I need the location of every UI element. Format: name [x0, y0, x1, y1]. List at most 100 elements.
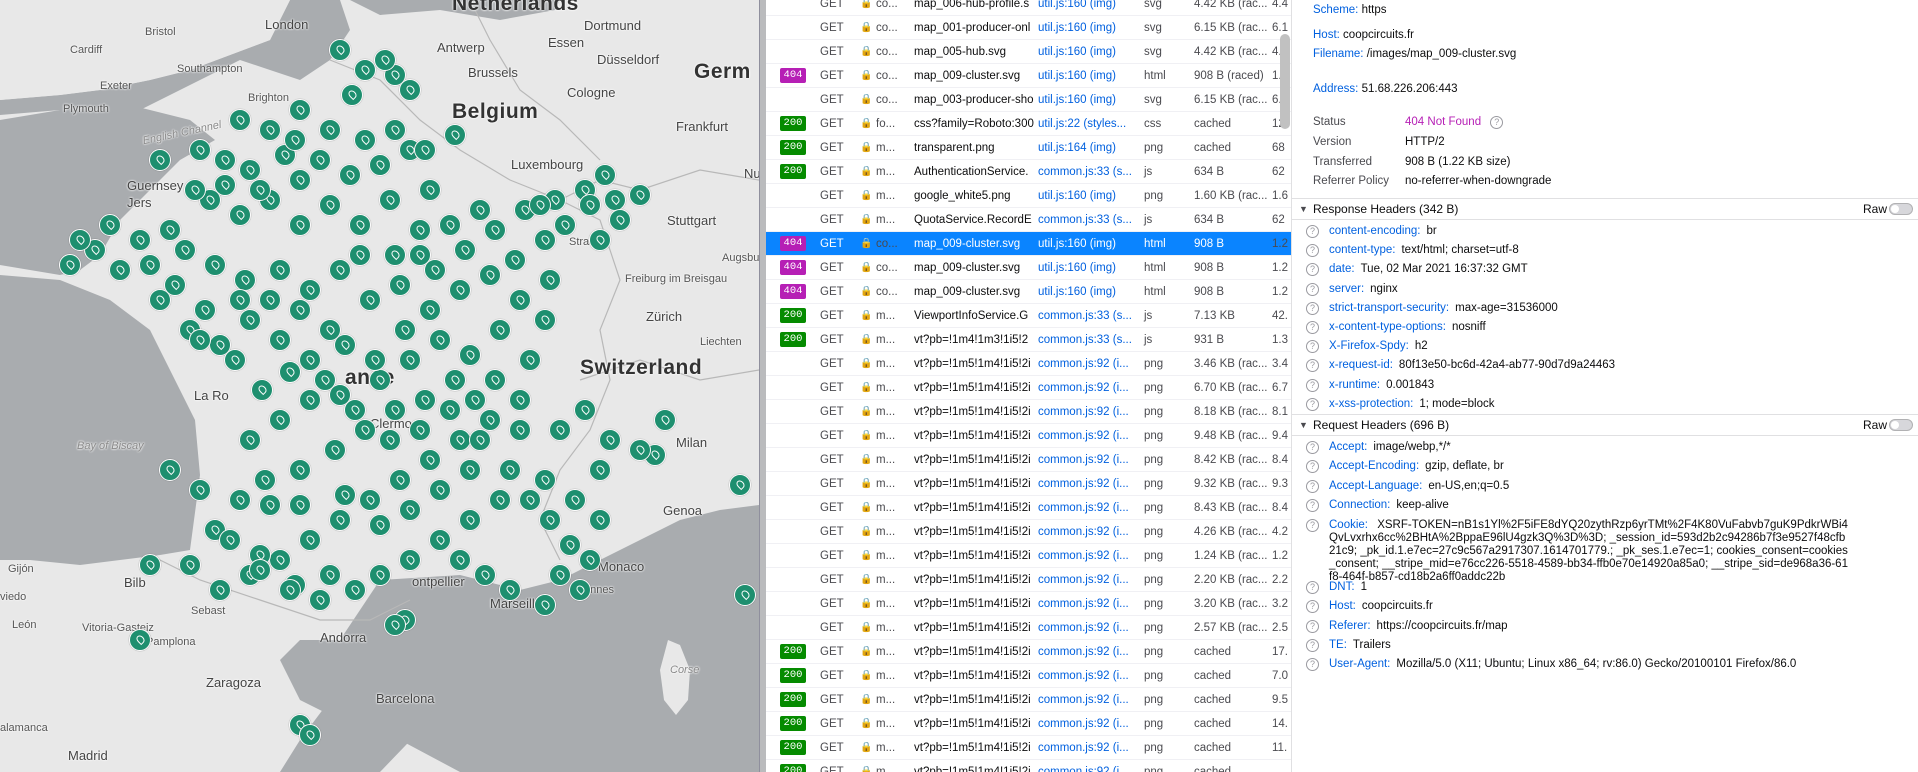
network-request-row[interactable]: GET 🔒 m... vt?pb=!1m5!1m4!1i5!2i common.js:9…: [766, 376, 1291, 400]
map-marker[interactable]: [449, 279, 471, 301]
map-marker[interactable]: [299, 349, 321, 371]
network-request-row[interactable]: GET 🔒 m... vt?pb=!1m5!1m4!1i5!2i common.js:9…: [766, 592, 1291, 616]
map-marker[interactable]: [504, 249, 526, 271]
map-marker[interactable]: [164, 274, 186, 296]
map-marker[interactable]: [369, 154, 391, 176]
help-icon[interactable]: ?: [1306, 479, 1319, 493]
map-marker[interactable]: [489, 319, 511, 341]
map-marker[interactable]: [204, 254, 226, 276]
raw-toggle[interactable]: [1889, 419, 1913, 431]
map-marker[interactable]: [444, 124, 466, 146]
help-icon[interactable]: ?: [1306, 340, 1319, 354]
map-marker[interactable]: [354, 129, 376, 151]
map-marker[interactable]: [259, 289, 281, 311]
map-marker[interactable]: [299, 529, 321, 551]
map-marker[interactable]: [139, 554, 161, 576]
help-icon[interactable]: ?: [1306, 244, 1319, 258]
help-icon[interactable]: ?: [1306, 263, 1319, 277]
help-icon[interactable]: ?: [1306, 600, 1319, 614]
network-request-row[interactable]: 404 GET 🔒 co... map_009-cluster.svg util.js:1…: [766, 232, 1291, 256]
map-marker[interactable]: [444, 369, 466, 391]
map-marker[interactable]: [59, 254, 81, 276]
help-icon[interactable]: ?: [1306, 441, 1319, 454]
map-marker[interactable]: [484, 219, 506, 241]
help-icon[interactable]: ?: [1306, 397, 1319, 411]
map-marker[interactable]: [499, 459, 521, 481]
map-marker[interactable]: [69, 229, 91, 251]
map-marker[interactable]: [239, 159, 261, 181]
map-marker[interactable]: [604, 189, 626, 211]
map-marker[interactable]: [499, 579, 521, 601]
network-request-row[interactable]: GET 🔒 m... vt?pb=!1m5!1m4!1i5!2i common.js:9…: [766, 544, 1291, 568]
map-marker[interactable]: [189, 329, 211, 351]
map-marker[interactable]: [249, 559, 271, 581]
map-marker[interactable]: [279, 579, 301, 601]
map-marker[interactable]: [489, 489, 511, 511]
map-marker[interactable]: [574, 399, 596, 421]
map-marker[interactable]: [259, 494, 281, 516]
map-marker[interactable]: [349, 214, 371, 236]
map-marker[interactable]: [559, 534, 581, 556]
map-marker[interactable]: [189, 139, 211, 161]
raw-toggle[interactable]: [1889, 203, 1913, 215]
map-marker[interactable]: [519, 489, 541, 511]
map-marker[interactable]: [229, 204, 251, 226]
network-request-row[interactable]: 200 GET 🔒 m... vt?pb=!1m5!1m4!1i5!2i common.j…: [766, 760, 1291, 772]
map-marker[interactable]: [384, 244, 406, 266]
map-marker[interactable]: [394, 319, 416, 341]
map-marker[interactable]: [399, 549, 421, 571]
collapse-arrow-icon[interactable]: ▼: [1299, 420, 1313, 430]
map-marker[interactable]: [224, 349, 246, 371]
network-request-row[interactable]: 404 GET 🔒 co... map_009-cluster.svg util.js:1…: [766, 64, 1291, 88]
map-marker[interactable]: [109, 259, 131, 281]
map-marker[interactable]: [419, 299, 441, 321]
request-headers-section[interactable]: ▼ Request Headers (696 B) Raw: [1292, 414, 1918, 436]
map-marker[interactable]: [299, 279, 321, 301]
map-marker[interactable]: [399, 349, 421, 371]
map-marker[interactable]: [319, 194, 341, 216]
help-icon[interactable]: ?: [1306, 619, 1319, 633]
map-marker[interactable]: [341, 84, 363, 106]
map-marker[interactable]: [539, 269, 561, 291]
map-marker[interactable]: [534, 309, 556, 331]
map-marker[interactable]: [589, 229, 611, 251]
map-marker[interactable]: [564, 489, 586, 511]
map-marker[interactable]: [159, 219, 181, 241]
network-request-row[interactable]: GET 🔒 co... map_006-hub-profile.s util.js:16…: [766, 0, 1291, 16]
map-marker[interactable]: [589, 509, 611, 531]
map-marker[interactable]: [379, 429, 401, 451]
map-marker[interactable]: [429, 479, 451, 501]
help-icon[interactable]: ?: [1306, 225, 1319, 238]
map-marker[interactable]: [179, 554, 201, 576]
map-marker[interactable]: [409, 419, 431, 441]
map-marker[interactable]: [214, 174, 236, 196]
map-marker[interactable]: [469, 429, 491, 451]
map-marker[interactable]: [364, 349, 386, 371]
network-request-row[interactable]: 200 GET 🔒 fo... css?family=Roboto:300 util.js…: [766, 112, 1291, 136]
network-request-row[interactable]: GET 🔒 m... vt?pb=!1m5!1m4!1i5!2i common.js:9…: [766, 424, 1291, 448]
map-marker[interactable]: [189, 479, 211, 501]
map-marker[interactable]: [519, 349, 541, 371]
map-marker[interactable]: [349, 244, 371, 266]
map-marker[interactable]: [409, 244, 431, 266]
map-marker[interactable]: [284, 129, 306, 151]
network-request-row[interactable]: GET 🔒 m... vt?pb=!1m5!1m4!1i5!2i common.js:9…: [766, 352, 1291, 376]
map-marker[interactable]: [539, 509, 561, 531]
map-marker[interactable]: [359, 289, 381, 311]
map-marker[interactable]: [379, 189, 401, 211]
map-marker[interactable]: [299, 389, 321, 411]
map-marker[interactable]: [309, 149, 331, 171]
network-request-row[interactable]: GET 🔒 co... map_001-producer-onl util.js:160…: [766, 16, 1291, 40]
network-request-row[interactable]: GET 🔒 m... vt?pb=!1m5!1m4!1i5!2i common.js:9…: [766, 496, 1291, 520]
map-marker[interactable]: [251, 379, 273, 401]
network-list-scrollbar[interactable]: [1280, 34, 1290, 129]
map-marker[interactable]: [554, 214, 576, 236]
help-icon[interactable]: ?: [1306, 282, 1319, 296]
network-request-row[interactable]: GET 🔒 m... google_white5.png util.js:160 (im…: [766, 184, 1291, 208]
map-marker[interactable]: [534, 469, 556, 491]
network-request-row[interactable]: 200 GET 🔒 m... vt?pb=!1m5!1m4!1i5!2i common.j…: [766, 664, 1291, 688]
map-marker[interactable]: [534, 594, 556, 616]
map-marker[interactable]: [139, 254, 161, 276]
map-marker[interactable]: [324, 439, 346, 461]
map-marker[interactable]: [414, 389, 436, 411]
